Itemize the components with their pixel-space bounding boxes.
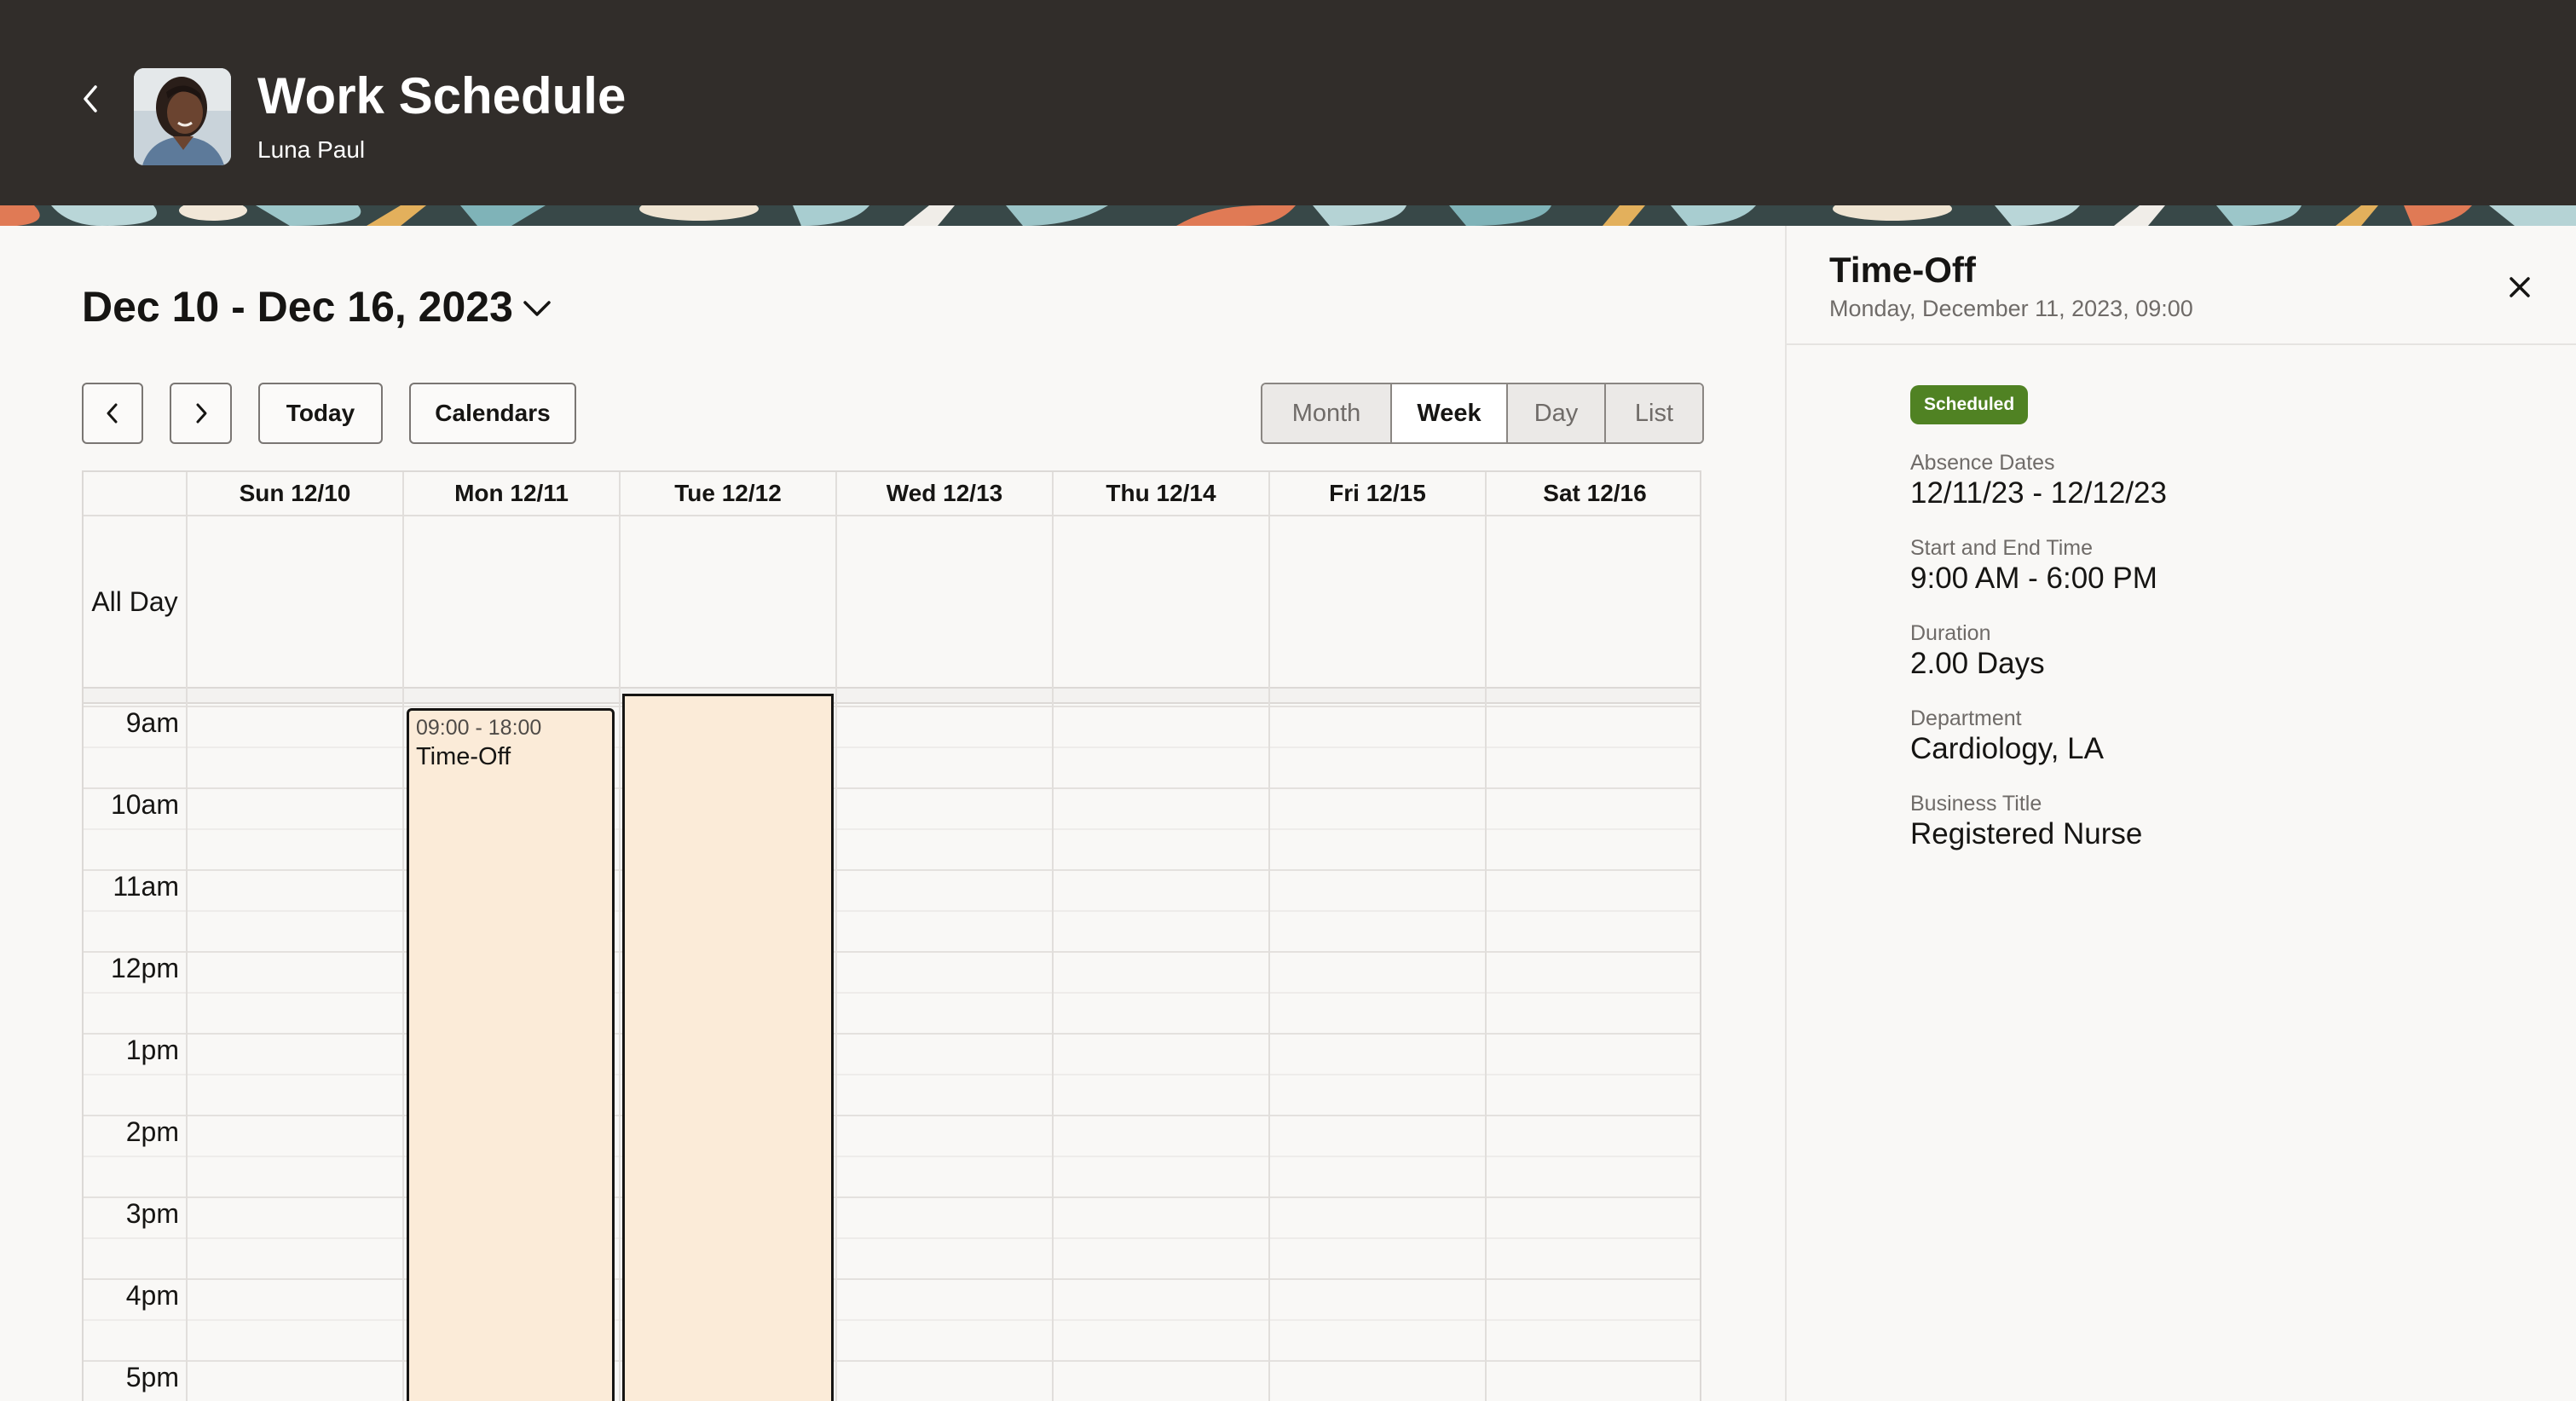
field-label: Start and End Time — [1910, 536, 2094, 560]
day-header-sat: Sat 12/16 — [1485, 472, 1700, 516]
field-label: Business Title — [1910, 792, 2042, 816]
employee-name: Luna Paul — [257, 136, 366, 163]
next-week-button[interactable] — [170, 383, 232, 444]
all-day-label: All Day — [91, 585, 178, 617]
chevron-right-icon — [196, 403, 206, 424]
view-switcher: Month Week Day List — [1261, 383, 1704, 444]
time-label: 11am — [113, 871, 179, 902]
time-label: 4pm — [125, 1280, 179, 1311]
chevron-down-icon — [523, 301, 551, 316]
panel-header: Time-Off Monday, December 11, 2023, 09:0… — [1787, 226, 2576, 345]
event-title: Time-Off — [416, 743, 511, 770]
view-day-button[interactable]: Day — [1508, 384, 1606, 442]
day-header-sun: Sun 12/10 — [186, 472, 402, 516]
all-day-divider — [84, 687, 1700, 704]
view-month-button[interactable]: Month — [1262, 384, 1392, 442]
time-off-event-mon[interactable]: 09:00 - 18:00 Time-Off — [407, 708, 615, 1401]
date-range-title: Dec 10 - Dec 16, 2023 — [82, 283, 513, 331]
today-button[interactable]: Today — [258, 383, 383, 444]
time-label: 3pm — [125, 1198, 179, 1229]
field-value: 12/11/23 - 12/12/23 — [1910, 476, 2167, 510]
date-range-dropdown[interactable] — [518, 294, 556, 325]
field-value: Cardiology, LA — [1910, 732, 2104, 765]
time-label: 5pm — [125, 1362, 179, 1392]
time-label: 10am — [110, 789, 179, 820]
time-off-event-tue[interactable] — [622, 694, 834, 1401]
field-label: Duration — [1910, 621, 1991, 645]
time-label: 2pm — [125, 1116, 179, 1147]
view-list-button[interactable]: List — [1606, 384, 1702, 442]
day-header-corner — [84, 472, 186, 516]
field-value: Registered Nurse — [1910, 817, 2143, 850]
panel-title: Time-Off — [1829, 250, 1976, 290]
decorative-banner — [0, 205, 2576, 226]
event-time: 09:00 - 18:00 — [416, 716, 542, 740]
previous-week-button[interactable] — [82, 383, 143, 444]
week-calendar-grid: Sun 12/10 Mon 12/11 Tue 12/12 Wed 12/13 … — [82, 470, 1701, 1401]
chevron-left-icon — [84, 85, 97, 112]
app-header: Work Schedule Luna Paul — [0, 0, 2576, 205]
time-label: 9am — [125, 707, 179, 738]
field-value: 2.00 Days — [1910, 647, 2045, 680]
event-detail-panel: Time-Off Monday, December 11, 2023, 09:0… — [1785, 226, 2576, 1401]
calendars-button[interactable]: Calendars — [409, 383, 576, 444]
close-icon — [2510, 277, 2530, 297]
time-label: 12pm — [110, 953, 179, 983]
day-header-fri: Fri 12/15 — [1268, 472, 1485, 516]
field-label: Department — [1910, 706, 2022, 730]
avatar — [134, 68, 231, 165]
field-label: Absence Dates — [1910, 451, 2055, 475]
day-header-mon: Mon 12/11 — [402, 472, 619, 516]
back-button[interactable] — [73, 78, 107, 119]
chevron-left-icon — [107, 403, 118, 424]
page-title: Work Schedule — [257, 67, 627, 124]
panel-subtitle: Monday, December 11, 2023, 09:00 — [1829, 296, 2193, 321]
view-week-button[interactable]: Week — [1392, 384, 1508, 442]
time-label: 1pm — [125, 1035, 179, 1065]
day-header-wed: Wed 12/13 — [835, 472, 1052, 516]
day-header-thu: Thu 12/14 — [1052, 472, 1268, 516]
day-header-tue: Tue 12/12 — [619, 472, 835, 516]
status-badge: Scheduled — [1910, 385, 2029, 424]
close-panel-button[interactable] — [2501, 268, 2538, 306]
field-value: 9:00 AM - 6:00 PM — [1910, 562, 2157, 595]
